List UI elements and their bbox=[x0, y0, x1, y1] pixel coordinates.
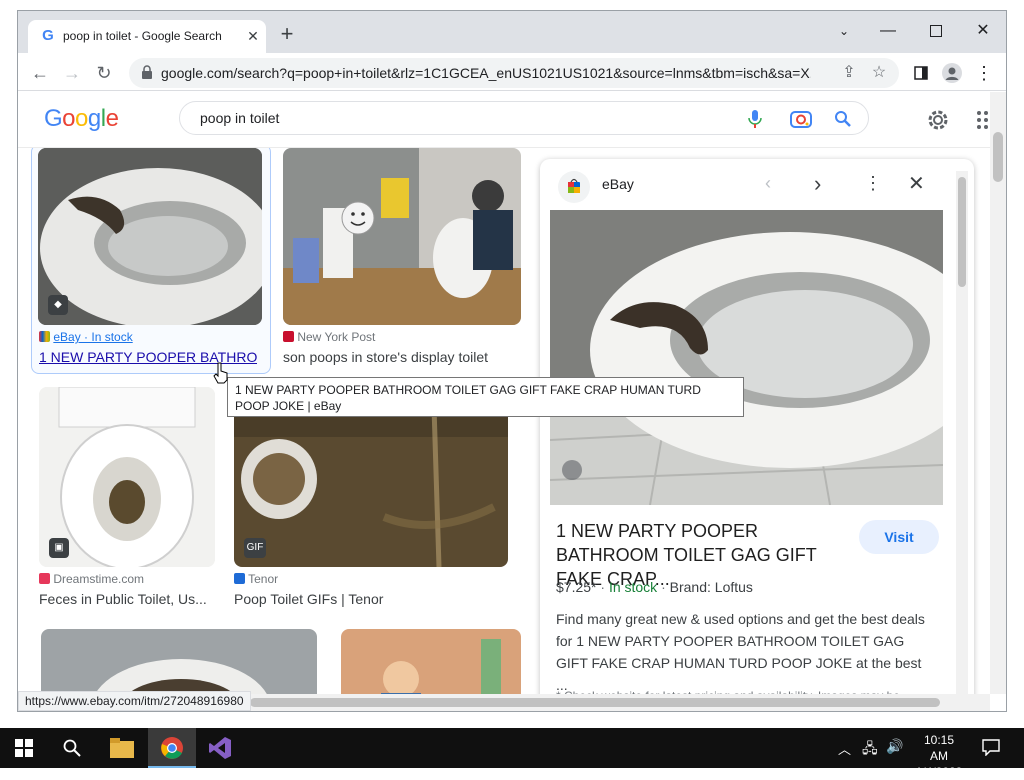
panel-stock: In stock bbox=[608, 579, 658, 595]
page-vertical-scrollbar[interactable] bbox=[990, 92, 1006, 694]
clock-time: 10:15 AM bbox=[923, 733, 955, 763]
google-favicon-icon: G bbox=[42, 27, 54, 44]
panel-source[interactable]: eBay bbox=[602, 176, 634, 192]
reload-button[interactable]: ↻ bbox=[92, 61, 116, 85]
image-results: ◆ eBay · In stock 1 NEW PARTY POOPER BAT… bbox=[18, 148, 990, 711]
lock-icon bbox=[142, 65, 152, 79]
visual-studio-icon[interactable] bbox=[196, 728, 244, 768]
new-tab-button[interactable]: + bbox=[276, 23, 298, 46]
browser-window: G poop in toilet - Google Search ✕ + ⌄ —… bbox=[17, 10, 1007, 712]
result-image-3[interactable]: ▣ bbox=[39, 387, 215, 567]
windows-start-icon[interactable] bbox=[0, 728, 48, 768]
google-apps-icon[interactable] bbox=[976, 110, 990, 130]
google-logo-letter: g bbox=[87, 105, 101, 132]
google-header: Google poop in toilet bbox=[18, 92, 1006, 148]
result-title-3[interactable]: Feces in Public Toilet, Us... bbox=[39, 591, 217, 607]
result-source-3[interactable]: Dreamstime.com bbox=[39, 572, 144, 586]
panel-brand: Brand: Loftus bbox=[669, 579, 753, 595]
microphone-icon[interactable] bbox=[748, 110, 762, 128]
image-preview-panel: eBay ‹ › ⋮ ✕ 1 NEW PARTY POOPER BATHROOM… bbox=[540, 159, 974, 711]
image-tooltip: 1 NEW PARTY POOPER BATHROOM TOILET GAG G… bbox=[227, 377, 744, 417]
google-logo-letter: e bbox=[105, 105, 119, 132]
chrome-menu-icon[interactable]: ⋮ bbox=[972, 61, 996, 85]
previous-arrow-icon[interactable]: ‹ bbox=[765, 173, 771, 194]
google-logo-letter: o bbox=[75, 105, 88, 132]
back-button[interactable]: ← bbox=[28, 61, 52, 85]
tab-search-icon[interactable]: ⌄ bbox=[824, 17, 864, 45]
tab-google-search[interactable]: G poop in toilet - Google Search ✕ bbox=[28, 20, 266, 53]
tab-title: poop in toilet - Google Search bbox=[63, 29, 222, 43]
result-image-1[interactable]: ◆ bbox=[38, 148, 262, 325]
panel-price: $7.25* bbox=[556, 579, 597, 595]
url-text: google.com/search?q=poop+in+toilet&rlz=1… bbox=[161, 65, 811, 81]
maximize-button[interactable] bbox=[916, 17, 956, 45]
bookmark-star-icon[interactable]: ☆ bbox=[867, 61, 891, 85]
google-logo[interactable]: Google bbox=[44, 105, 119, 133]
tray-chevron-icon[interactable]: ︿ bbox=[838, 739, 851, 758]
close-panel-icon[interactable]: ✕ bbox=[908, 171, 925, 196]
visit-button[interactable]: Visit bbox=[859, 520, 939, 554]
more-options-icon[interactable]: ⋮ bbox=[864, 173, 882, 194]
ebay-favicon-icon bbox=[558, 171, 590, 203]
google-logo-letter: G bbox=[44, 105, 63, 132]
file-explorer-icon[interactable] bbox=[98, 728, 146, 768]
search-query: poop in toilet bbox=[200, 110, 280, 126]
browser-toolbar: ← → ↻ google.com/search?q=poop+in+toilet… bbox=[18, 53, 1006, 91]
network-icon[interactable]: 🖧 bbox=[862, 738, 878, 762]
windows-taskbar: ︿ 🖧 🔊 10:15 AM 1/4/2023 bbox=[0, 728, 1024, 779]
status-bar-url: https://www.ebay.com/itm/272048916980 bbox=[18, 691, 251, 711]
tab-close-icon[interactable]: ✕ bbox=[244, 27, 262, 45]
share-icon[interactable]: ⇪ bbox=[837, 61, 861, 85]
mouse-cursor-hand-icon bbox=[213, 362, 228, 384]
settings-gear-icon[interactable] bbox=[926, 108, 950, 132]
profile-avatar-icon[interactable] bbox=[940, 61, 964, 85]
result-title-4[interactable]: Poop Toilet GIFs | Tenor bbox=[234, 591, 504, 607]
search-box[interactable]: poop in toilet bbox=[179, 101, 869, 135]
side-panel-icon[interactable] bbox=[909, 61, 933, 85]
minimize-button[interactable]: — bbox=[868, 17, 908, 45]
result-source-2[interactable]: New York Post bbox=[283, 330, 375, 344]
close-button[interactable]: ✕ bbox=[963, 17, 1003, 45]
forward-button[interactable]: → bbox=[60, 61, 84, 85]
panel-description: Find many great new & used options and g… bbox=[556, 611, 925, 693]
image-icon: ▣ bbox=[49, 538, 69, 558]
tab-strip: G poop in toilet - Google Search ✕ + ⌄ —… bbox=[18, 11, 1006, 53]
clock[interactable]: 10:15 AM 1/4/2023 bbox=[914, 732, 964, 780]
result-source-1[interactable]: eBay · In stock bbox=[39, 330, 133, 344]
panel-meta: $7.25* · In stock · Brand: Loftus bbox=[556, 579, 753, 595]
panel-scrollbar[interactable] bbox=[956, 171, 968, 701]
tag-icon: ◆ bbox=[48, 295, 68, 315]
panel-preview-image[interactable] bbox=[549, 210, 974, 506]
gif-badge: GIF bbox=[244, 538, 266, 558]
search-icon[interactable] bbox=[834, 110, 852, 128]
result-title-2[interactable]: son poops in store's display toilet bbox=[283, 349, 523, 365]
next-arrow-icon[interactable]: › bbox=[814, 171, 821, 197]
lens-camera-icon[interactable] bbox=[790, 109, 812, 129]
address-bar[interactable]: google.com/search?q=poop+in+toilet&rlz=1… bbox=[129, 58, 899, 88]
result-image-2[interactable] bbox=[283, 148, 521, 325]
result-source-4[interactable]: Tenor bbox=[234, 572, 278, 586]
volume-icon[interactable]: 🔊 bbox=[886, 738, 903, 755]
clock-date: 1/4/2023 bbox=[915, 765, 963, 779]
notifications-icon[interactable] bbox=[982, 738, 1000, 759]
desktop: G poop in toilet - Google Search ✕ + ⌄ —… bbox=[0, 0, 1024, 728]
chrome-taskbar-icon[interactable] bbox=[148, 728, 196, 768]
search-taskbar-icon[interactable] bbox=[48, 728, 96, 768]
google-logo-letter: o bbox=[62, 105, 76, 132]
